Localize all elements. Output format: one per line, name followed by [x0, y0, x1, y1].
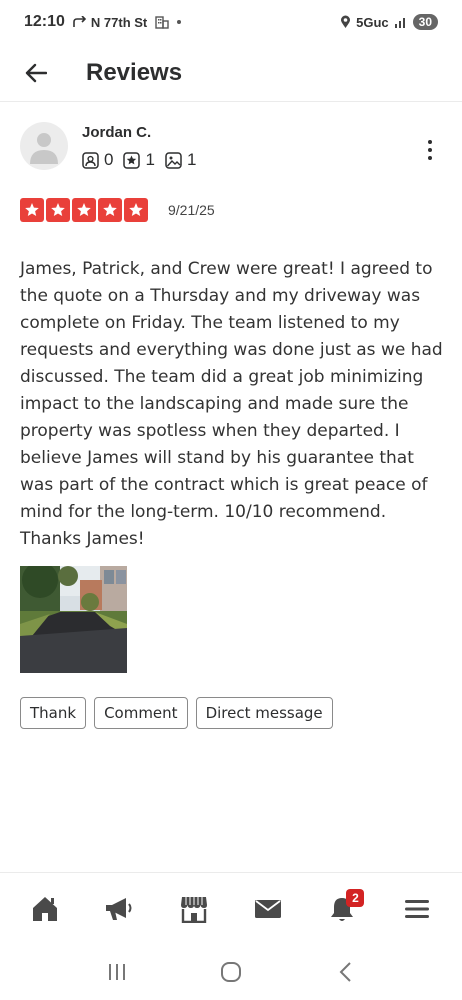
home-circle-icon — [221, 962, 241, 982]
review-date: 9/21/25 — [168, 202, 215, 218]
status-bar: 12:10 N 77th St 5Guc 30 — [0, 0, 462, 44]
more-options-button[interactable] — [418, 134, 442, 166]
storefront-icon — [180, 896, 207, 923]
reviewer-info: Jordan C. 0 1 1 — [20, 120, 450, 180]
page-title: Reviews — [86, 58, 183, 86]
driveway-photo — [20, 566, 127, 673]
star-icon — [51, 203, 65, 216]
nav-announcements[interactable] — [95, 885, 143, 933]
rating-star — [46, 198, 70, 222]
star-icon — [103, 203, 117, 216]
app-header: Reviews — [0, 44, 462, 102]
friends-icon — [82, 151, 99, 169]
recent-apps-icon — [109, 964, 125, 980]
menu-icon — [404, 899, 429, 918]
star-icon — [129, 203, 143, 216]
comment-button[interactable]: Comment — [94, 697, 188, 729]
nav-menu[interactable] — [393, 885, 441, 933]
navigation-arrow-icon — [73, 16, 87, 27]
status-dot — [177, 20, 182, 24]
photos-count: 1 — [186, 150, 197, 169]
status-location: N 77th St — [73, 15, 147, 30]
review-text: James, Patrick, and Crew were great! I a… — [20, 259, 443, 549]
more-vertical-icon — [428, 140, 432, 144]
star-rating — [20, 198, 148, 222]
back-button[interactable] — [12, 49, 60, 97]
rating-star — [72, 198, 96, 222]
direct-message-button[interactable]: Direct message — [195, 697, 333, 729]
friends-stat: 0 — [82, 150, 113, 170]
chevron-left-icon — [339, 962, 351, 982]
building-icon — [155, 16, 169, 29]
star-icon — [77, 203, 91, 216]
location-pin-icon — [341, 15, 351, 28]
recent-apps-button[interactable] — [97, 952, 137, 992]
system-back-button[interactable] — [325, 952, 365, 992]
status-time: 12:10 — [24, 13, 65, 30]
review-actions: Thank Comment Direct message — [20, 697, 333, 729]
arrow-left-icon — [25, 63, 47, 82]
avatar[interactable] — [20, 122, 68, 170]
home-icon — [33, 896, 58, 921]
reviews-count: 1 — [145, 150, 155, 169]
reviewer-stats: 0 1 1 — [82, 150, 196, 170]
reviews-stat: 1 — [123, 150, 155, 170]
default-user-icon — [30, 133, 58, 164]
nav-notifications[interactable]: 2 — [318, 885, 366, 933]
photos-stat: 1 — [165, 150, 196, 170]
battery-level: 30 — [412, 14, 438, 30]
system-nav — [0, 944, 462, 1000]
star-icon — [25, 203, 39, 216]
nav-messages[interactable] — [244, 885, 292, 933]
signal-icon — [394, 18, 405, 28]
nav-business[interactable] — [170, 885, 218, 933]
rating-star — [20, 198, 44, 222]
mail-icon — [255, 899, 282, 918]
friends-count: 0 — [104, 150, 114, 169]
network-label: 5Guc — [356, 14, 389, 30]
photo-icon — [165, 151, 182, 169]
reviewer-name[interactable]: Jordan C. — [82, 124, 151, 141]
rating-star — [124, 198, 148, 222]
notifications-badge: 2 — [346, 888, 365, 907]
home-system-button[interactable] — [211, 952, 251, 992]
rating-row: 9/21/25 — [20, 198, 215, 222]
rating-star — [98, 198, 122, 222]
thank-button[interactable]: Thank — [20, 697, 87, 729]
review-photo[interactable] — [20, 566, 127, 673]
status-location-text: N 77th St — [90, 14, 148, 30]
bottom-nav: 2 — [0, 872, 462, 944]
nav-home[interactable] — [21, 885, 69, 933]
star-outline-icon — [123, 151, 141, 169]
megaphone-icon — [106, 897, 132, 920]
